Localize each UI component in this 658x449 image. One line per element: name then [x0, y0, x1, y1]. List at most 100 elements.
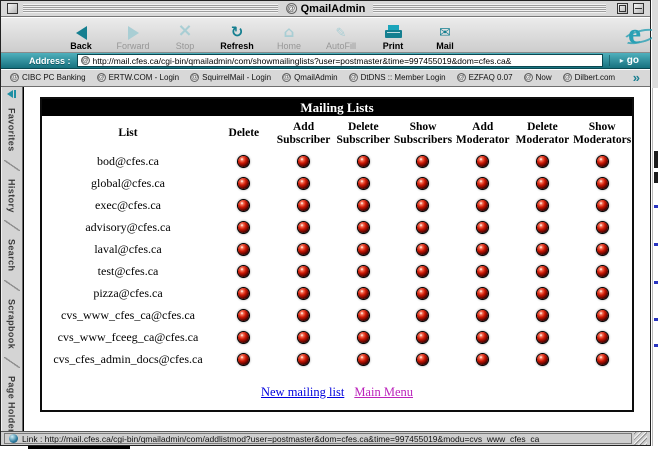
show-moderators-button[interactable] [597, 266, 608, 277]
show-subscribers-button[interactable] [417, 244, 428, 255]
collapse-box[interactable] [633, 3, 644, 14]
address-input[interactable]: @ http://mail.cfes.ca/cgi-bin/qmailadmin… [77, 54, 603, 67]
add-subscriber-button[interactable] [298, 200, 309, 211]
add-moderator-button[interactable] [477, 288, 488, 299]
favorites-item[interactable]: @Dilbert.com [563, 73, 615, 82]
delete-button[interactable] [238, 244, 249, 255]
show-moderators-button[interactable] [597, 288, 608, 299]
add-subscriber-button[interactable] [298, 222, 309, 233]
delete-subscriber-button[interactable] [358, 354, 369, 365]
sidebar-tab-search[interactable]: Search [7, 232, 17, 278]
delete-moderator-button[interactable] [537, 288, 548, 299]
sidebar-collapse-icon[interactable] [7, 90, 16, 98]
delete-moderator-button[interactable] [537, 200, 548, 211]
delete-moderator-button[interactable] [537, 354, 548, 365]
delete-subscriber-button[interactable] [358, 178, 369, 189]
add-moderator-button[interactable] [477, 244, 488, 255]
add-moderator-button[interactable] [477, 332, 488, 343]
add-moderator-button[interactable] [477, 178, 488, 189]
delete-moderator-button[interactable] [537, 178, 548, 189]
back-button[interactable]: Back [55, 18, 107, 51]
show-moderators-button[interactable] [597, 244, 608, 255]
resize-grip[interactable] [634, 432, 647, 445]
delete-subscriber-button[interactable] [358, 288, 369, 299]
show-moderators-button[interactable] [597, 200, 608, 211]
show-moderators-button[interactable] [597, 354, 608, 365]
delete-button[interactable] [238, 156, 249, 167]
stop-button[interactable]: Stop [159, 18, 211, 51]
favorites-item[interactable]: @SquirrelMail - Login [190, 73, 271, 82]
add-subscriber-button[interactable] [298, 156, 309, 167]
add-subscriber-button[interactable] [298, 178, 309, 189]
delete-moderator-button[interactable] [537, 244, 548, 255]
home-button[interactable]: Home [263, 18, 315, 51]
sidebar-tab-page-holder[interactable]: Page Holder [7, 369, 17, 440]
delete-moderator-button[interactable] [537, 310, 548, 321]
add-moderator-button[interactable] [477, 266, 488, 277]
delete-moderator-button[interactable] [537, 156, 548, 167]
close-box[interactable] [7, 3, 18, 14]
add-moderator-button[interactable] [477, 200, 488, 211]
show-subscribers-button[interactable] [417, 266, 428, 277]
delete-subscriber-button[interactable] [358, 222, 369, 233]
show-subscribers-button[interactable] [417, 178, 428, 189]
show-subscribers-button[interactable] [417, 332, 428, 343]
delete-subscriber-button[interactable] [358, 310, 369, 321]
delete-button[interactable] [238, 310, 249, 321]
show-subscribers-button[interactable] [417, 288, 428, 299]
show-subscribers-button[interactable] [417, 222, 428, 233]
sidebar-tab-favorites[interactable]: Favorites [7, 101, 17, 159]
show-moderators-button[interactable] [597, 222, 608, 233]
delete-moderator-button[interactable] [537, 332, 548, 343]
favorites-overflow-chevron[interactable]: » [633, 71, 640, 84]
sidebar-tab-scrapbook[interactable]: Scrapbook [7, 292, 17, 356]
show-subscribers-button[interactable] [417, 354, 428, 365]
show-moderators-button[interactable] [597, 156, 608, 167]
refresh-button[interactable]: Refresh [211, 18, 263, 51]
delete-button[interactable] [238, 200, 249, 211]
add-moderator-button[interactable] [477, 156, 488, 167]
new-mailing-list-link[interactable]: New mailing list [261, 385, 344, 399]
delete-button[interactable] [238, 288, 249, 299]
main-menu-link[interactable]: Main Menu [354, 385, 413, 399]
go-button[interactable]: ▸ go [609, 55, 645, 66]
favorites-item[interactable]: @Now [524, 73, 552, 82]
title-bar[interactable]: @ QmailAdmin [1, 1, 650, 17]
add-subscriber-button[interactable] [298, 310, 309, 321]
zoom-box[interactable] [617, 3, 628, 14]
add-moderator-button[interactable] [477, 222, 488, 233]
delete-button[interactable] [238, 222, 249, 233]
add-subscriber-button[interactable] [298, 266, 309, 277]
favorites-item[interactable]: @EZFAQ 0.07 [457, 73, 513, 82]
print-button[interactable]: Print [367, 18, 419, 51]
delete-subscriber-button[interactable] [358, 244, 369, 255]
add-moderator-button[interactable] [477, 310, 488, 321]
favorites-item[interactable]: @ERTW.COM - Login [97, 73, 180, 82]
show-moderators-button[interactable] [597, 310, 608, 321]
favorites-item[interactable]: @CIBC PC Banking [10, 73, 86, 82]
show-moderators-button[interactable] [597, 178, 608, 189]
add-moderator-button[interactable] [477, 354, 488, 365]
autofill-button[interactable]: AutoFill [315, 18, 367, 51]
forward-button[interactable]: Forward [107, 18, 159, 51]
show-subscribers-button[interactable] [417, 200, 428, 211]
favorites-item[interactable]: @DtDNS :: Member Login [349, 73, 446, 82]
delete-subscriber-button[interactable] [358, 266, 369, 277]
add-subscriber-button[interactable] [298, 332, 309, 343]
add-subscriber-button[interactable] [298, 288, 309, 299]
show-subscribers-button[interactable] [417, 310, 428, 321]
add-subscriber-button[interactable] [298, 354, 309, 365]
delete-button[interactable] [238, 178, 249, 189]
delete-button[interactable] [238, 354, 249, 365]
delete-moderator-button[interactable] [537, 266, 548, 277]
delete-button[interactable] [238, 266, 249, 277]
mail-button[interactable]: Mail [419, 18, 471, 51]
delete-moderator-button[interactable] [537, 222, 548, 233]
show-subscribers-button[interactable] [417, 156, 428, 167]
delete-subscriber-button[interactable] [358, 156, 369, 167]
delete-subscriber-button[interactable] [358, 200, 369, 211]
sidebar-tab-history[interactable]: History [7, 172, 17, 220]
favorites-item[interactable]: @QmailAdmin [282, 73, 338, 82]
delete-button[interactable] [238, 332, 249, 343]
delete-subscriber-button[interactable] [358, 332, 369, 343]
